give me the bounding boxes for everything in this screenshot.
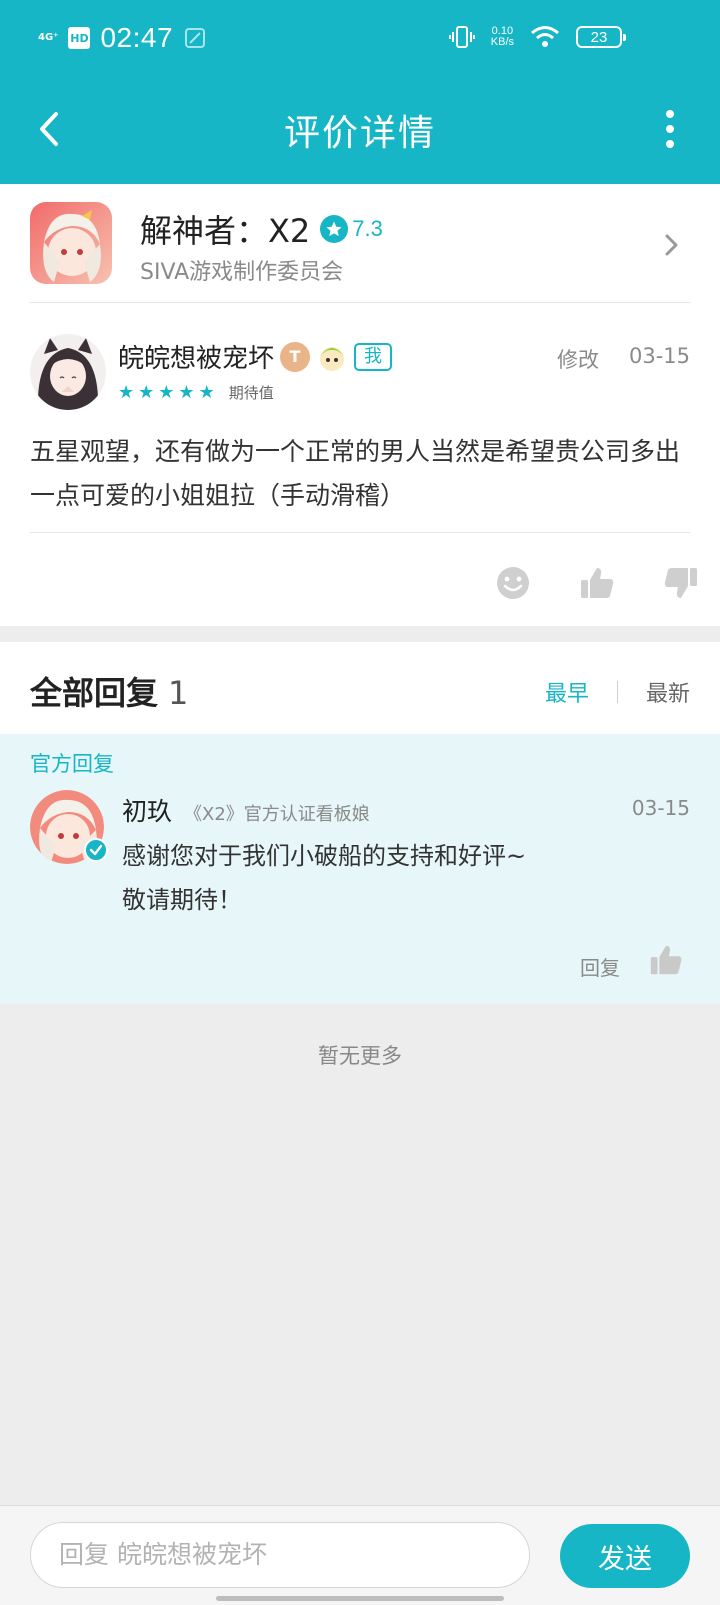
official-name[interactable]: 初玖 bbox=[122, 792, 172, 828]
reply-composer: 回复 皖皖想被宠坏 发送 bbox=[0, 1505, 720, 1605]
game-rating: 7.3 bbox=[320, 215, 383, 243]
wifi-icon bbox=[531, 26, 559, 47]
official-text-line: 感谢您对于我们小破船的支持和好评~ bbox=[122, 842, 527, 870]
reply-input[interactable]: 回复 皖皖想被宠坏 bbox=[30, 1522, 530, 1588]
game-info-row[interactable]: 解神者：X2 7.3 SIVA游戏制作委员会 bbox=[30, 202, 690, 302]
review-meta: 修改 03-15 bbox=[557, 344, 690, 374]
replies-header: 全部回复 1 最早 最新 bbox=[0, 642, 720, 734]
review-date: 03-15 bbox=[628, 344, 690, 368]
sort-earliest-tab[interactable]: 最早 bbox=[545, 676, 589, 708]
divider bbox=[30, 532, 690, 533]
star-icon: ★ bbox=[118, 381, 135, 403]
star-icon: ★ bbox=[158, 381, 175, 403]
official-reply-label: 官方回复 bbox=[30, 752, 114, 776]
divider bbox=[30, 302, 690, 303]
avatar[interactable] bbox=[30, 790, 108, 864]
review-actions bbox=[494, 564, 700, 602]
net-speed: 0.10 KB/s bbox=[491, 26, 514, 48]
net-speed-unit: KB/s bbox=[490, 36, 514, 48]
verified-icon bbox=[84, 838, 108, 862]
chevron-right-icon bbox=[665, 234, 678, 256]
official-date: 03-15 bbox=[631, 796, 690, 820]
game-icon bbox=[30, 202, 112, 284]
sort-options: 最早 最新 bbox=[545, 676, 690, 708]
game-rating-value: 7.3 bbox=[352, 216, 383, 241]
sort-newest-tab[interactable]: 最新 bbox=[646, 676, 690, 708]
page-title: 评价详情 bbox=[283, 113, 436, 154]
avatar[interactable] bbox=[30, 334, 106, 410]
review-body: 五星观望，还有做为一个正常的男人当然是希望贵公司多出一点可爱的小姐姐拉（手动滑稽… bbox=[30, 437, 681, 510]
sort-divider bbox=[616, 681, 618, 703]
replies-title-text: 全部回复 bbox=[30, 674, 159, 712]
more-dot-icon bbox=[666, 140, 674, 148]
more-dot-icon bbox=[666, 125, 674, 133]
vibrate-icon bbox=[448, 26, 475, 48]
star-label: 期待值 bbox=[228, 384, 274, 402]
replies-count: 1 bbox=[168, 674, 189, 712]
game-name: 解神者：X2 7.3 bbox=[140, 206, 383, 252]
game-name-text: 解神者：X2 bbox=[140, 212, 311, 250]
battery-indicator: 23 bbox=[576, 26, 626, 48]
star-icon: ★ bbox=[178, 381, 195, 403]
official-text: 感谢您对于我们小破船的支持和好评~ 敬请期待！ bbox=[122, 834, 642, 922]
send-button[interactable]: 发送 bbox=[560, 1524, 690, 1588]
screenshot-icon bbox=[185, 28, 206, 48]
level-medal-icon: T bbox=[280, 341, 311, 372]
star-rating: ★ ★ ★ ★ ★ 期待值 bbox=[118, 382, 274, 403]
thumbs-down-icon[interactable] bbox=[662, 564, 700, 602]
character-badge-icon bbox=[320, 346, 345, 371]
signal-indicator: 4G⁺ bbox=[38, 32, 59, 43]
no-more-text: 暂无更多 bbox=[318, 1044, 402, 1068]
status-time: 02:47 bbox=[100, 22, 174, 53]
edit-link[interactable]: 修改 bbox=[557, 344, 599, 374]
reviewer-name-text[interactable]: 皖皖想被宠坏 bbox=[118, 338, 274, 375]
official-reply: 官方回复 初玖 《X2》官方认证看板娘 03-15 感谢您对于我们小破船的支持和… bbox=[0, 734, 720, 1004]
emoji-icon[interactable] bbox=[494, 564, 532, 602]
hd-badge: HD bbox=[68, 27, 91, 49]
thumbs-up-icon[interactable] bbox=[648, 942, 684, 978]
star-icon bbox=[320, 215, 349, 243]
thumbs-up-icon[interactable] bbox=[578, 564, 616, 602]
review-card: 解神者：X2 7.3 SIVA游戏制作委员会 皖皖想被宠坏 T 我 ★ ★ ★ … bbox=[0, 184, 720, 626]
reviewer-name: 皖皖想被宠坏 T 我 bbox=[118, 338, 393, 375]
replies-title: 全部回复 1 bbox=[30, 668, 188, 714]
official-name-row: 初玖 《X2》官方认证看板娘 bbox=[122, 792, 370, 828]
reply-button[interactable]: 回复 bbox=[580, 952, 620, 981]
game-developer: SIVA游戏制作委员会 bbox=[140, 260, 344, 285]
official-title: 《X2》官方认证看板娘 bbox=[184, 804, 370, 825]
star-icon: ★ bbox=[198, 381, 215, 403]
status-bar: 4G⁺ HD 02:47 0.10 KB/s 23 bbox=[0, 0, 720, 80]
home-indicator[interactable] bbox=[216, 1596, 504, 1601]
more-dot-icon bbox=[666, 110, 674, 118]
review-header: 皖皖想被宠坏 T 我 ★ ★ ★ ★ ★ 期待值 修改 03-15 bbox=[30, 334, 690, 414]
star-icon: ★ bbox=[138, 381, 155, 403]
nav-bar: 评价详情 bbox=[0, 80, 720, 184]
more-options-button[interactable] bbox=[658, 106, 682, 152]
section-gap bbox=[0, 626, 720, 642]
me-badge: 我 bbox=[354, 342, 393, 371]
official-text-line: 敬请期待！ bbox=[122, 886, 242, 914]
